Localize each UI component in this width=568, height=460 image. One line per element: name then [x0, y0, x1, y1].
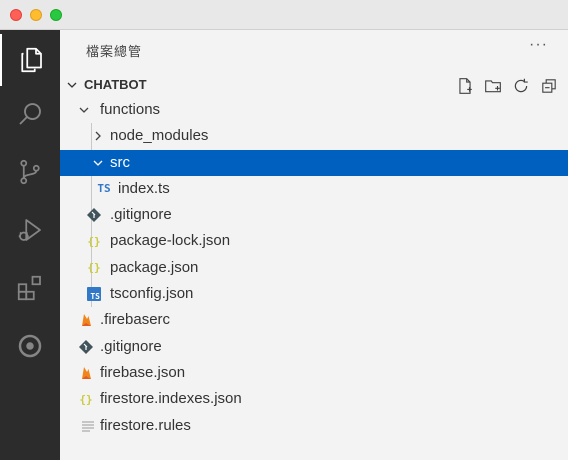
source-control-icon[interactable]	[0, 146, 60, 198]
refresh-icon[interactable]	[510, 75, 532, 97]
text-file-icon	[82, 421, 94, 432]
new-file-icon[interactable]	[454, 75, 476, 97]
tree-item-label: firestore.indexes.json	[100, 390, 242, 408]
extensions-icon[interactable]	[0, 262, 60, 314]
tree-item-firebaserc[interactable]: .firebaserc	[60, 307, 568, 333]
git-icon	[87, 208, 101, 223]
new-folder-icon[interactable]	[482, 75, 504, 97]
workspace-section-header[interactable]: CHATBOT	[60, 72, 568, 98]
sidebar-title: 檔案總管	[86, 44, 143, 59]
tree-item-label: firestore.rules	[100, 416, 191, 434]
tree-item-label: node_modules	[110, 127, 209, 145]
chevron-down-icon	[79, 107, 89, 113]
tree-item-label: .gitignore	[100, 337, 162, 355]
git-icon	[79, 339, 93, 354]
more-actions-icon[interactable]: ···	[529, 36, 548, 54]
chevron-down-icon	[93, 160, 103, 166]
window-titlebar	[0, 0, 568, 30]
run-debug-icon[interactable]	[0, 204, 60, 256]
remote-icon[interactable]	[0, 320, 60, 372]
zoom-window-button[interactable]	[50, 9, 62, 21]
explorer-sidebar: 檔案總管 ··· CHATBOT functions node_modules …	[60, 30, 568, 460]
firebase-icon	[82, 314, 91, 327]
tree-item-functions[interactable]: functions	[60, 97, 568, 123]
tree-item-firestore-rules[interactable]: firestore.rules	[60, 413, 568, 439]
section-actions	[454, 75, 560, 97]
close-window-button[interactable]	[10, 9, 22, 21]
tree-item-src[interactable]: src	[60, 149, 568, 176]
tree-item-label: package.json	[110, 258, 199, 276]
json-icon: {}	[87, 261, 101, 275]
file-tree: functions node_modules src TS index.ts .…	[60, 97, 568, 439]
tree-item-label: index.ts	[118, 179, 170, 197]
tree-item-firestore-indexes-json[interactable]: {} firestore.indexes.json	[60, 386, 568, 412]
firebase-icon	[82, 366, 91, 379]
tree-item-gitignore-root[interactable]: .gitignore	[60, 334, 568, 360]
workspace-title: CHATBOT	[84, 77, 147, 92]
tsconfig-icon: TS	[87, 287, 101, 302]
tree-item-package-json[interactable]: {} package.json	[60, 255, 568, 281]
json-icon: {}	[79, 392, 93, 406]
tree-item-label: src	[110, 153, 130, 171]
tree-item-gitignore[interactable]: .gitignore	[60, 202, 568, 228]
chevron-down-icon	[67, 82, 77, 88]
tree-item-label: functions	[100, 101, 161, 118]
tree-item-label: .firebaserc	[100, 311, 171, 329]
explorer-icon[interactable]	[0, 34, 60, 86]
tree-item-firebase-json[interactable]: firebase.json	[60, 360, 568, 386]
tree-item-label: .gitignore	[110, 206, 172, 224]
tree-item-label: tsconfig.json	[110, 285, 194, 303]
collapse-all-icon[interactable]	[538, 75, 560, 97]
typescript-icon: TS	[97, 182, 111, 196]
tree-item-label: package-lock.json	[110, 232, 231, 250]
tree-item-tsconfig-json[interactable]: TS tsconfig.json	[60, 281, 568, 307]
search-icon[interactable]	[0, 88, 60, 140]
tree-item-label: firebase.json	[100, 363, 186, 381]
tree-item-package-lock-json[interactable]: {} package-lock.json	[60, 228, 568, 254]
sidebar-header: 檔案總管 ···	[60, 30, 568, 70]
tree-item-index-ts[interactable]: TS index.ts	[60, 176, 568, 202]
chevron-right-icon	[95, 131, 101, 141]
activity-bar	[0, 30, 60, 460]
tree-item-node-modules[interactable]: node_modules	[60, 123, 568, 149]
json-icon: {}	[87, 234, 101, 248]
minimize-window-button[interactable]	[30, 9, 42, 21]
